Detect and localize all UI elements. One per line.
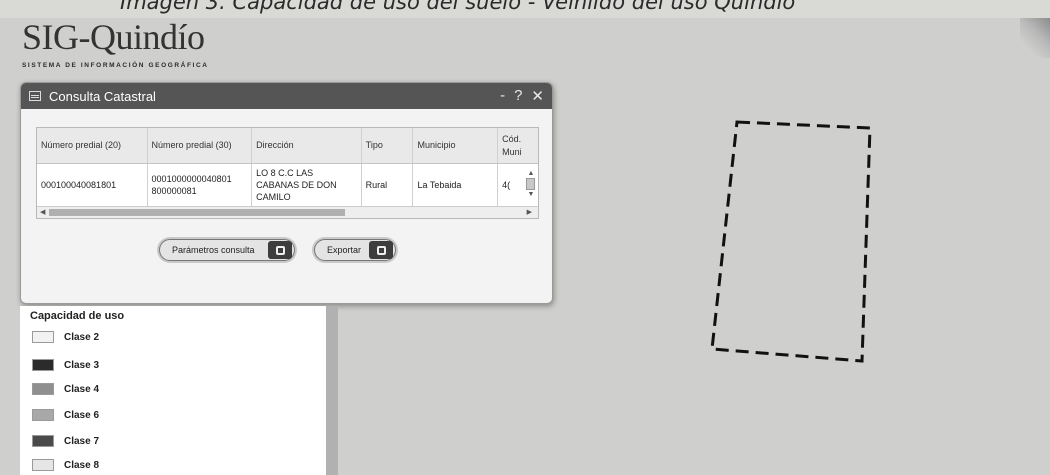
column-header[interactable]: Tipo: [362, 128, 414, 163]
map-legend: Capacidad de uso Clase 2 Clase 3 Clase 4…: [20, 306, 338, 475]
button-label: Parámetros consulta: [172, 245, 255, 255]
app-logo: SIG-Quindío SISTEMA DE INFORMACIÓN GEOGR…: [16, 16, 266, 78]
column-header[interactable]: Dirección: [252, 128, 362, 163]
button-label: Exportar: [327, 245, 362, 255]
column-header[interactable]: Número predial (30): [148, 128, 253, 163]
dialog-title: Consulta Catastral: [49, 88, 156, 104]
table-cell: LO 8 C.C LAS CABANAS DE DON CAMILO: [252, 164, 362, 206]
horizontal-scrollbar[interactable]: ◀ ▶: [37, 206, 538, 218]
table-header: Número predial (20) Número predial (30) …: [37, 128, 538, 164]
window-icon: [268, 241, 292, 259]
legend-swatch: [32, 459, 54, 471]
legend-item[interactable]: Clase 7: [32, 432, 99, 450]
window-icon: [29, 91, 41, 101]
logo-title: SIG-Quindío: [22, 17, 205, 57]
vertical-scrollbar[interactable]: ▲ ▼: [526, 170, 536, 202]
legend-item[interactable]: Clase 8: [32, 456, 99, 474]
column-header[interactable]: Número predial (20): [37, 128, 148, 163]
cadastral-query-dialog: Consulta Catastral - ? ✕ Número predial …: [20, 82, 553, 304]
results-table: Número predial (20) Número predial (30) …: [36, 127, 539, 219]
export-button[interactable]: Exportar: [314, 239, 396, 261]
scroll-right-icon[interactable]: ▶: [527, 208, 532, 216]
legend-label: Clase 4: [64, 383, 100, 395]
table-row[interactable]: 000100040081801 0001000000040801 8000000…: [37, 164, 538, 206]
minimize-icon[interactable]: -: [500, 87, 505, 105]
legend-swatch: [32, 359, 54, 371]
table-cell: Rural: [362, 164, 414, 206]
legend-swatch: [32, 331, 54, 343]
query-parameters-button[interactable]: Parámetros consulta: [159, 239, 295, 261]
legend-item[interactable]: Clase 6: [32, 406, 99, 424]
window-icon: [369, 241, 393, 259]
legend-item[interactable]: Clase 4: [32, 380, 99, 398]
scroll-down-icon[interactable]: ▼: [526, 191, 536, 198]
legend-item[interactable]: Clase 3: [32, 356, 99, 374]
legend-label: Clase 7: [64, 435, 100, 447]
legend-swatch: [32, 435, 54, 447]
legend-swatch: [32, 409, 54, 421]
legend-title: Capacidad de uso: [30, 310, 125, 322]
close-icon[interactable]: ✕: [531, 87, 544, 105]
legend-item[interactable]: Clase 2: [32, 328, 99, 346]
column-header[interactable]: Cód. Muni: [498, 128, 538, 163]
column-header[interactable]: Municipio: [413, 128, 499, 163]
table-cell: 000100040081801: [37, 164, 148, 206]
table-cell: La Tebaida: [413, 164, 499, 206]
scroll-up-icon[interactable]: ▲: [526, 170, 536, 177]
figure-caption: Imagen 3. Capacidad de uso del suelo - V…: [120, 0, 796, 14]
legend-label: Clase 3: [64, 359, 100, 371]
legend-label: Clase 2: [64, 331, 100, 343]
scroll-thumb[interactable]: [526, 178, 535, 190]
scroll-thumb[interactable]: [49, 209, 345, 216]
table-cell: 0001000000040801 800000081: [148, 164, 253, 206]
legend-swatch: [32, 383, 54, 395]
legend-label: Clase 6: [64, 409, 100, 421]
scroll-left-icon[interactable]: ◀: [40, 208, 45, 216]
logo-subtitle: SISTEMA DE INFORMACIÓN GEOGRÁFICA: [22, 62, 209, 69]
dialog-title-bar[interactable]: Consulta Catastral - ? ✕: [21, 83, 552, 109]
help-icon[interactable]: ?: [514, 87, 522, 105]
legend-label: Clase 8: [64, 459, 100, 471]
